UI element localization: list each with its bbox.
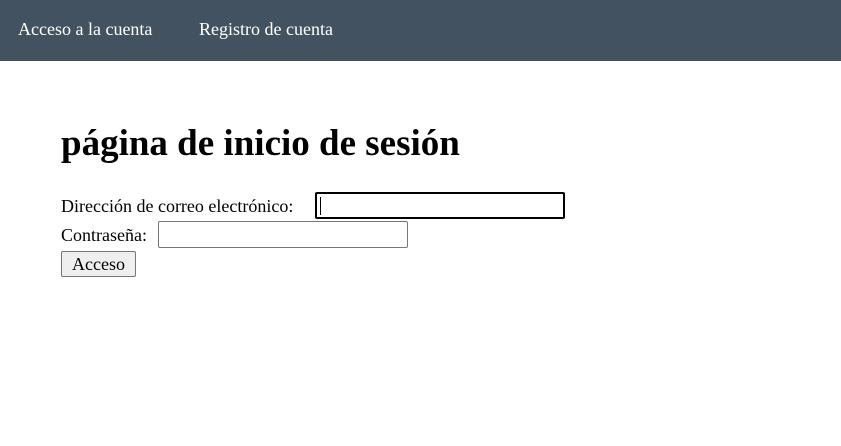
password-input[interactable]: [158, 221, 408, 248]
top-navigation-bar: Acceso a la cuenta Registro de cuenta: [0, 0, 841, 61]
nav-link-login[interactable]: Acceso a la cuenta: [18, 18, 152, 40]
login-submit-button[interactable]: Acceso: [61, 251, 136, 277]
nav-link-register[interactable]: Registro de cuenta: [199, 18, 333, 40]
page-title: página de inicio de sesión: [61, 123, 460, 164]
email-input[interactable]: [315, 192, 565, 219]
password-label: Contraseña:: [61, 225, 147, 245]
email-label: Dirección de correo electrónico:: [61, 196, 294, 216]
text-cursor: [320, 197, 321, 215]
